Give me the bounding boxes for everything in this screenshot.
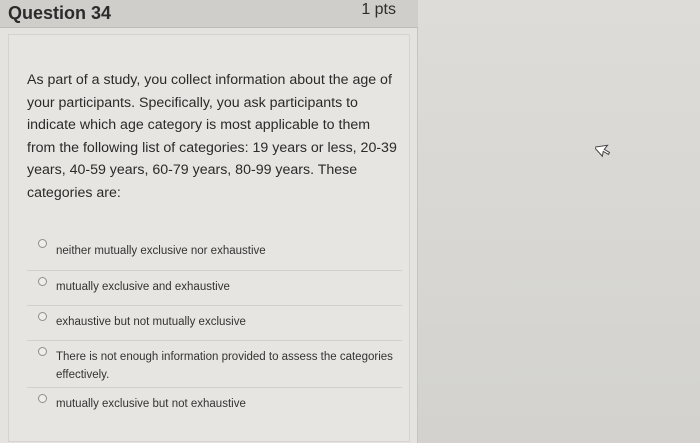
answer-option-mutually-exclusive-and-exhaustive[interactable]: mutually exclusive and exhaustive [27, 271, 402, 306]
answer-option-neither[interactable]: neither mutually exclusive nor exhaustiv… [27, 233, 402, 271]
answer-label: neither mutually exclusive nor exhaustiv… [56, 245, 266, 257]
radio-button[interactable] [38, 277, 47, 286]
answer-list: neither mutually exclusive nor exhaustiv… [27, 233, 402, 426]
question-card: Question 34 1 pts As part of a study, yo… [0, 0, 418, 443]
radio-button[interactable] [38, 239, 47, 248]
answer-option-not-enough-information[interactable]: There is not enough information provided… [27, 341, 402, 388]
quiz-page: Question 34 1 pts As part of a study, yo… [0, 0, 700, 443]
question-points: 1 pts [361, 1, 396, 18]
question-header: Question 34 1 pts [0, 0, 418, 28]
answer-label: mutually exclusive and exhaustive [56, 281, 230, 293]
answer-option-exhaustive-not-exclusive[interactable]: exhaustive but not mutually exclusive [27, 306, 402, 341]
question-body: As part of a study, you collect informat… [8, 34, 410, 442]
answer-option-exclusive-not-exhaustive[interactable]: mutually exclusive but not exhaustive [27, 388, 402, 426]
question-title: Question 34 [8, 3, 112, 23]
radio-button[interactable] [38, 312, 47, 321]
mouse-pointer-icon [593, 140, 613, 163]
answer-label: There is not enough information provided… [56, 351, 393, 381]
answer-label: exhaustive but not mutually exclusive [56, 316, 246, 328]
radio-button[interactable] [38, 394, 47, 403]
question-prompt: As part of a study, you collect informat… [27, 72, 397, 201]
radio-button[interactable] [38, 347, 47, 356]
answer-label: mutually exclusive but not exhaustive [56, 398, 246, 410]
